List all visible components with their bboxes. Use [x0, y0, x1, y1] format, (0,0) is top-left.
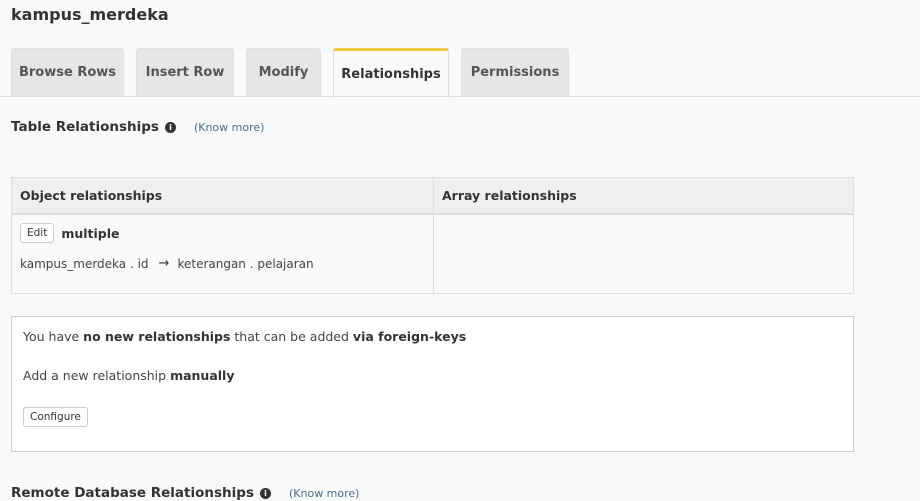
relationship-mapping: kampus_merdeka . id → keterangan . pelaj… — [20, 256, 433, 271]
object-relationships-header: Object relationships — [12, 178, 434, 213]
tab-divider — [0, 96, 920, 97]
relationship-name: multiple — [61, 225, 120, 241]
fk-text-4: via foreign-keys — [352, 329, 467, 344]
fk-text-2: no new relationships — [83, 329, 231, 344]
manual-text-2: manually — [170, 368, 235, 383]
array-relationship-cell — [434, 215, 853, 293]
tab-permissions[interactable]: Permissions — [461, 48, 569, 96]
configure-button[interactable]: Configure — [23, 407, 88, 427]
foreign-key-message: You have no new relationships that can b… — [23, 329, 853, 344]
remote-know-more-link[interactable]: (Know more) — [289, 487, 360, 500]
tab-browse-rows[interactable]: Browse Rows — [11, 48, 124, 96]
table-relationships-heading: Table Relationships i (Know more) — [11, 119, 264, 135]
info-icon[interactable]: i — [164, 121, 176, 133]
relationship-source: kampus_merdeka . id — [20, 256, 149, 271]
object-relationship-cell: Edit multiple kampus_merdeka . id → kete… — [12, 215, 434, 293]
remote-db-relationships-title: Remote Database Relationships — [11, 485, 254, 501]
edit-relationship-button[interactable]: Edit — [20, 223, 55, 243]
table-row: Edit multiple kampus_merdeka . id → kete… — [12, 215, 853, 293]
relationships-table-header: Object relationships Array relationships — [12, 178, 853, 215]
relationship-target: keterangan . pelajaran — [177, 256, 314, 271]
fk-text-3: that can be added — [230, 329, 353, 344]
tab-insert-row[interactable]: Insert Row — [136, 48, 234, 96]
foreign-key-suggestions-panel: You have no new relationships that can b… — [11, 316, 854, 452]
table-relationships-title: Table Relationships — [11, 119, 159, 135]
relationships-table: Object relationships Array relationships… — [11, 177, 854, 294]
know-more-link[interactable]: (Know more) — [194, 121, 265, 134]
page-title: kampus_merdeka — [11, 5, 169, 24]
manual-relationship-message: Add a new relationship manually — [23, 368, 853, 383]
manual-text-1: Add a new relationship — [23, 368, 171, 383]
fk-text-1: You have — [23, 329, 84, 344]
tab-modify[interactable]: Modify — [246, 48, 321, 96]
remote-db-relationships-heading: Remote Database Relationships i (Know mo… — [11, 485, 359, 501]
arrow-right-icon: → — [158, 256, 170, 271]
array-relationships-header: Array relationships — [442, 188, 577, 203]
tab-bar: Browse Rows Insert Row Modify Relationsh… — [11, 48, 569, 98]
tab-relationships[interactable]: Relationships — [333, 48, 449, 98]
